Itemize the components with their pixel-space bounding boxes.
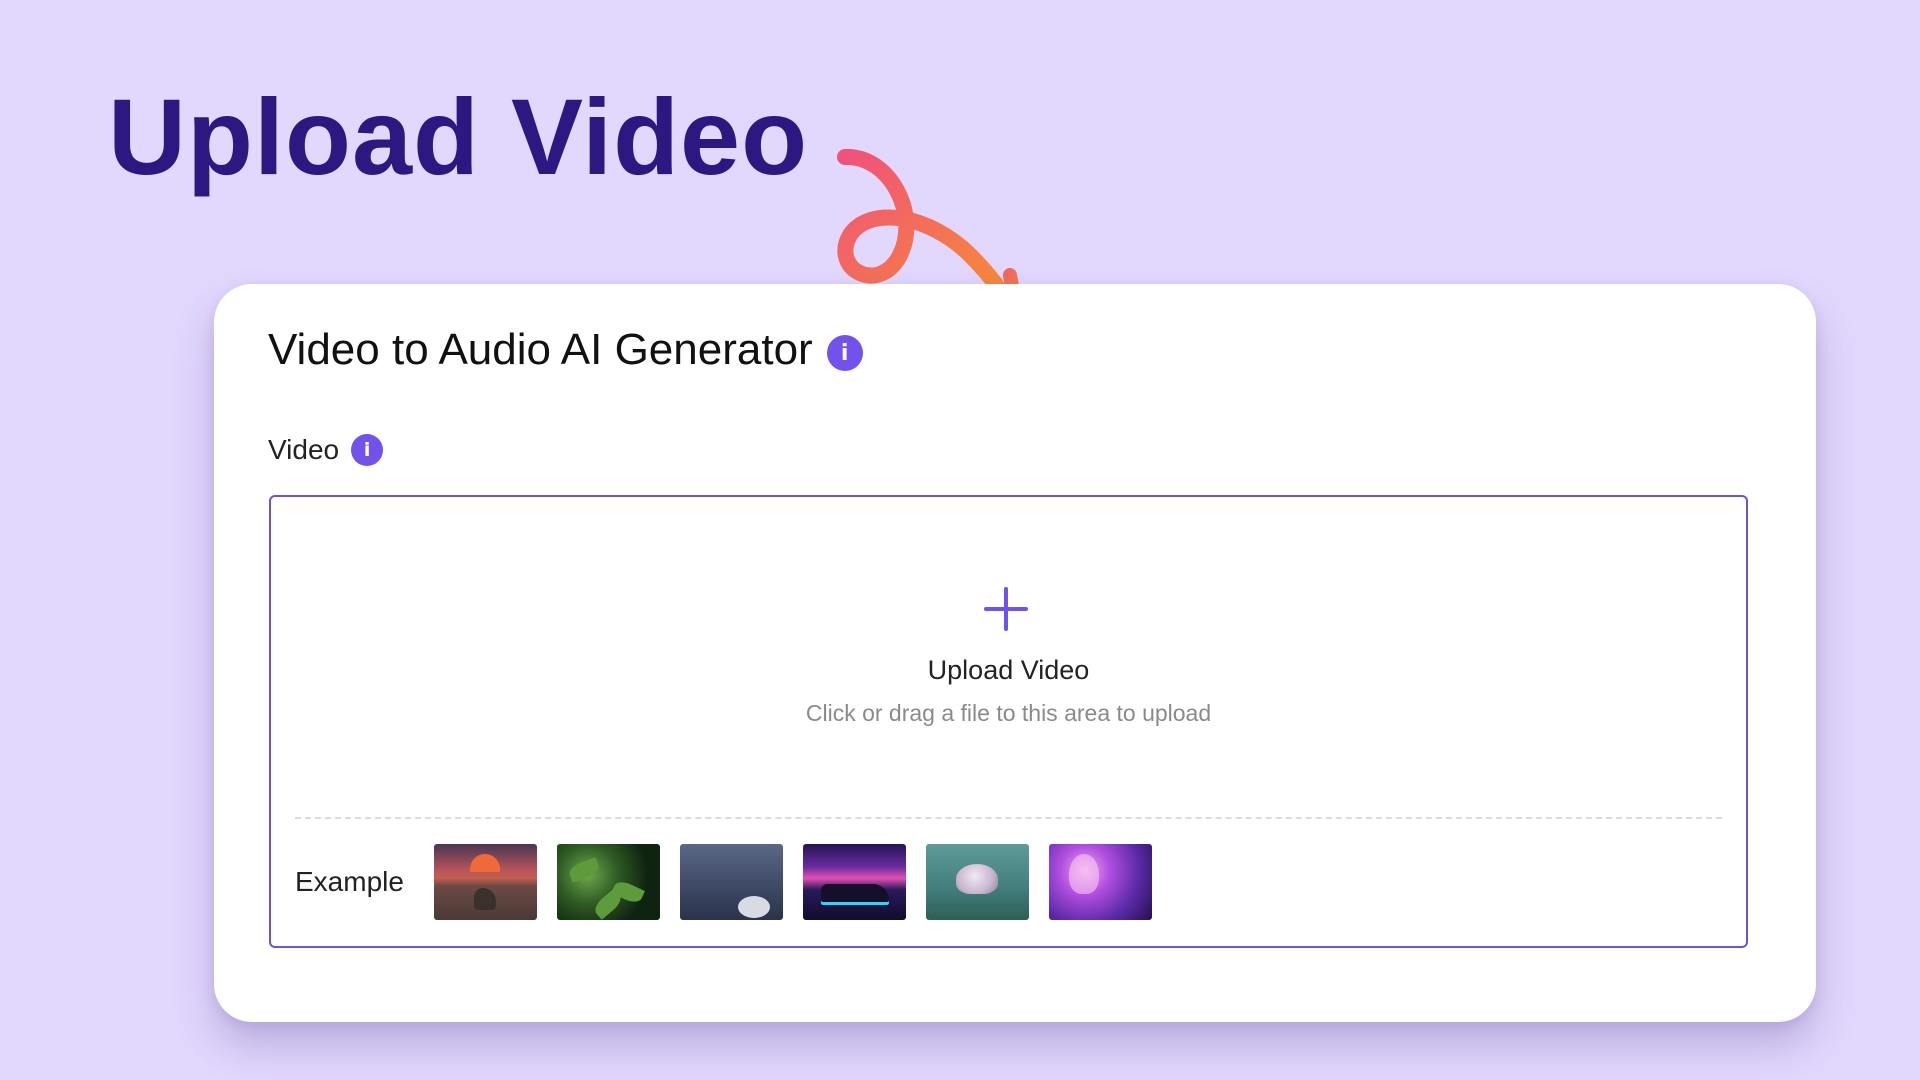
upload-title: Upload Video — [927, 655, 1090, 685]
figure-shape — [1068, 854, 1099, 894]
dashed-divider — [295, 817, 1722, 819]
wolf-shape — [473, 888, 496, 910]
card-header: Video to Audio AI Generator i — [268, 324, 863, 377]
sun-shape — [469, 854, 500, 872]
card-title: Video to Audio AI Generator — [268, 325, 813, 374]
upload-hint: Click or drag a file to this area to upl… — [805, 700, 1212, 726]
glowing-figure-thumbnail[interactable] — [1048, 844, 1152, 920]
jellyfish-shape — [955, 864, 998, 894]
info-icon[interactable]: i — [826, 335, 863, 372]
video-upload-dropzone[interactable]: Upload Video Click or drag a file to thi… — [269, 495, 1748, 948]
examples-label: Example — [295, 866, 404, 897]
examples-row: Example — [295, 844, 1152, 920]
drum-shape — [737, 896, 770, 918]
info-icon[interactable]: i — [351, 434, 384, 466]
drummer-stage-thumbnail[interactable] — [679, 844, 783, 920]
car-shape — [820, 884, 889, 902]
neon-car-thumbnail[interactable] — [802, 844, 906, 920]
video-field-label-row: Video i — [268, 434, 384, 466]
plus-icon — [984, 587, 1028, 631]
hero-title: Upload Video — [108, 76, 809, 197]
sunset-wolf-thumbnail[interactable] — [433, 844, 537, 920]
green-leaves-thumbnail[interactable] — [556, 844, 660, 920]
leaf-shape — [567, 857, 601, 883]
jellyfish-thumbnail[interactable] — [925, 844, 1029, 920]
video-field-label: Video — [268, 434, 340, 465]
generator-card: Video to Audio AI Generator i Video i Up… — [214, 284, 1816, 1022]
